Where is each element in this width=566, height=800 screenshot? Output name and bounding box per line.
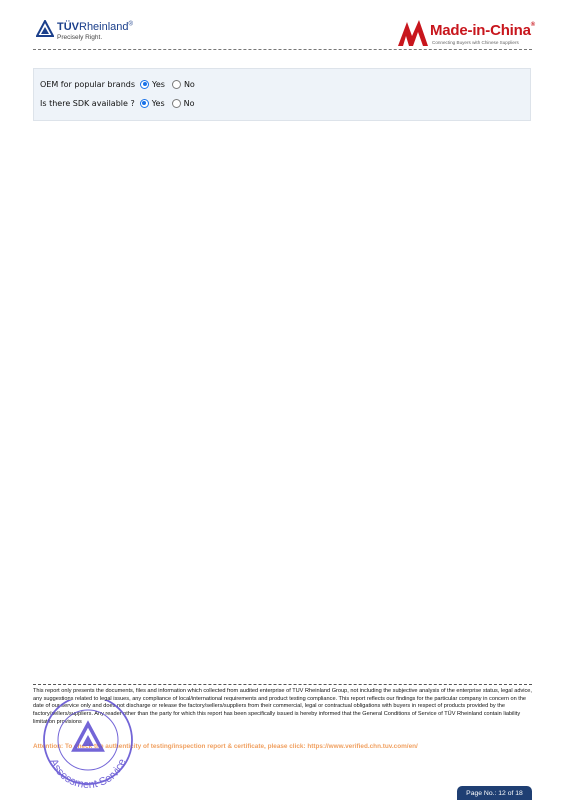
page-number-badge: Page No.: 12 of 18 — [457, 786, 532, 800]
made-in-china-logo: Made-in-China® Connecting Buyers with Ch… — [397, 18, 535, 48]
option-label-yes: Yes — [151, 98, 165, 108]
page-header: TÜVRheinland® Precisely Right. Made-in-C… — [0, 0, 566, 50]
made-in-china-tagline: Connecting Buyers with Chinese Suppliers — [432, 40, 519, 45]
question-row-sdk: Is there SDK available ? Yes No — [40, 96, 202, 110]
option-label-no: No — [183, 98, 195, 108]
question-label: OEM for popular brands — [40, 79, 136, 89]
made-in-china-m-icon — [398, 20, 428, 46]
tuv-triangle-icon — [36, 20, 54, 37]
made-in-china-logo-text: Made-in-China® — [430, 22, 535, 39]
option-label-yes: Yes — [152, 79, 165, 89]
option-label-no: No — [183, 79, 195, 89]
assessment-service-stamp-icon: Assessment Service — [43, 700, 133, 790]
question-row-oem: OEM for popular brands Yes No — [40, 77, 202, 91]
question-label: Is there SDK available ? — [40, 98, 135, 108]
footer-divider — [33, 684, 532, 685]
header-divider — [33, 49, 532, 50]
tuv-tagline: Precisely Right. — [57, 34, 103, 41]
radio-sdk-yes[interactable] — [139, 98, 149, 108]
radio-oem-yes[interactable] — [140, 79, 150, 89]
capability-panel: OEM for popular brands Yes No Is there S… — [33, 68, 531, 121]
svg-text:Assessment Service: Assessment Service — [47, 757, 129, 790]
tuv-logo-text: TÜVRheinland® — [57, 21, 133, 33]
radio-sdk-no[interactable] — [171, 98, 181, 108]
radio-oem-no[interactable] — [171, 79, 181, 89]
